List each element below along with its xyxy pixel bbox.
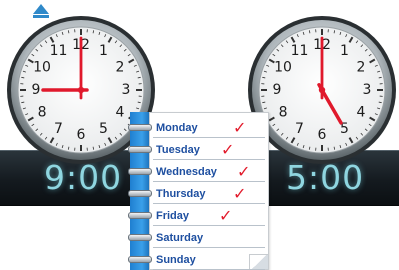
checkmark-icon: ✓ <box>233 118 247 137</box>
spiral-ring <box>128 168 152 175</box>
clock-number: 2 <box>116 60 125 76</box>
weekday-notepad: Monday ✓ Tuesday ✓ Wednesday ✓ Thursday ✓ Friday… <box>128 112 269 270</box>
weekday-row: Tuesday ✓ <box>153 138 265 160</box>
weekday-row: Saturday <box>153 226 265 248</box>
clock-center-cap <box>318 86 326 94</box>
clock-number: 3 <box>363 82 372 98</box>
checkmark-icon: ✓ <box>237 162 251 181</box>
clock-number: 8 <box>38 105 47 121</box>
checkmark-icon: ✓ <box>219 206 233 225</box>
weekday-label: Monday <box>156 122 198 134</box>
clock-number: 10 <box>274 60 292 76</box>
scene: 9:00 5:00 121234567891011 <box>0 0 399 270</box>
clock-number: 4 <box>116 105 125 121</box>
spiral-ring <box>128 212 152 219</box>
clock-number: 9 <box>273 82 282 98</box>
clock-number: 7 <box>295 121 304 137</box>
clock-number: 9 <box>32 82 41 98</box>
spiral-ring <box>128 234 152 241</box>
weekday-label: Saturday <box>156 232 204 244</box>
clock-number: 1 <box>99 43 108 59</box>
clock-number: 1 <box>340 43 349 59</box>
clock-number: 8 <box>279 105 288 121</box>
weekday-label: Friday <box>156 210 190 222</box>
checkmark-icon: ✓ <box>221 140 235 159</box>
spiral-ring <box>128 146 152 153</box>
clock-number: 11 <box>50 43 68 59</box>
weekday-row: Sunday <box>153 248 265 270</box>
clock-number: 5 <box>99 121 108 137</box>
clock-number: 11 <box>291 43 309 59</box>
spiral-ring <box>128 256 152 263</box>
weekday-label: Wednesday <box>156 166 217 178</box>
clock-number: 7 <box>54 121 63 137</box>
clock-number: 6 <box>77 127 86 143</box>
clock-center-cap <box>77 86 85 94</box>
weekday-label: Tuesday <box>156 144 200 156</box>
spiral-ring <box>128 124 152 131</box>
spiral-ring <box>128 190 152 197</box>
clock-number: 2 <box>357 60 366 76</box>
clock-number: 6 <box>318 127 327 143</box>
weekday-row: Friday ✓ <box>153 204 265 226</box>
clock-number: 3 <box>122 82 131 98</box>
checkmark-icon: ✓ <box>233 184 247 203</box>
clock-number: 10 <box>33 60 51 76</box>
weekday-row: Thursday ✓ <box>153 182 265 204</box>
weekday-row: Monday ✓ <box>153 116 265 138</box>
clock-number: 4 <box>357 105 366 121</box>
weekday-row: Wednesday ✓ <box>153 160 265 182</box>
weekday-label: Thursday <box>156 188 206 200</box>
weekday-label: Sunday <box>156 254 196 266</box>
